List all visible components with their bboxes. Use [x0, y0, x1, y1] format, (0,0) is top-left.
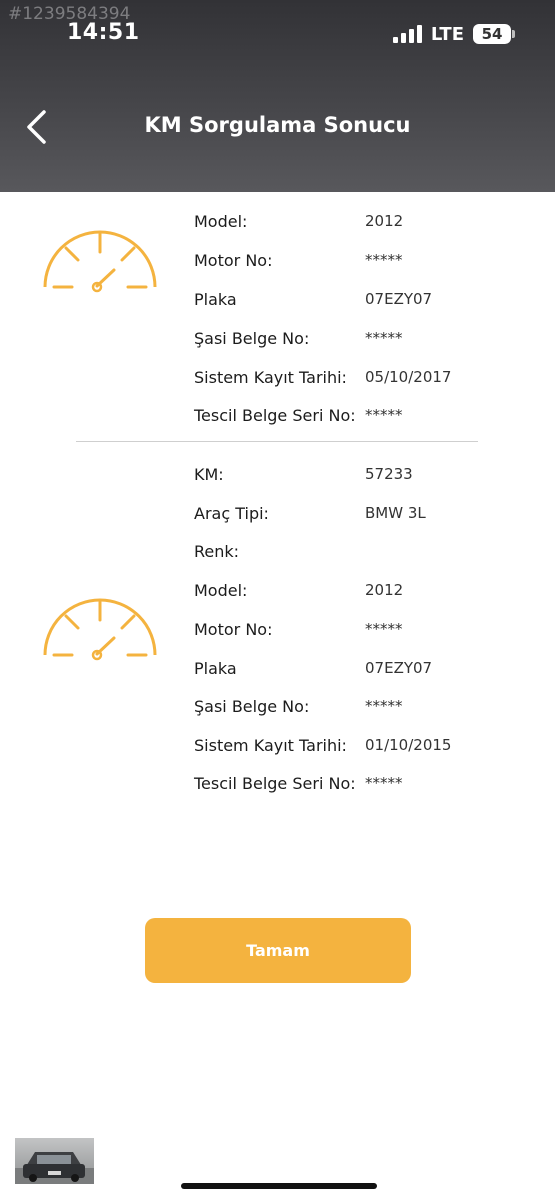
info-row: Motor No: ***** [194, 251, 524, 275]
row-value: ***** [365, 697, 403, 715]
info-row: Sistem Kayıt Tarihi: 05/10/2017 [194, 368, 524, 392]
row-value: ***** [365, 329, 403, 347]
row-label: Tescil Belge Seri No: [194, 774, 356, 793]
page-title: KM Sorgulama Sonucu [144, 113, 411, 137]
network-type: LTE [430, 23, 464, 45]
row-label: Sistem Kayıt Tarihi: [194, 368, 347, 387]
info-row: Model: 2012 [194, 581, 524, 605]
row-label: Tescil Belge Seri No: [194, 406, 356, 425]
row-value: 01/10/2015 [365, 736, 452, 754]
row-value: 07EZY07 [365, 659, 433, 677]
info-row: Renk: [194, 542, 524, 566]
status-indicators: LTE 54 [392, 22, 515, 46]
row-value: ***** [365, 251, 403, 269]
info-row: Model: 2012 [194, 212, 524, 236]
speedometer-icon [43, 230, 157, 293]
info-row: Sistem Kayıt Tarihi: 01/10/2015 [194, 736, 524, 760]
row-label: Şasi Belge No: [194, 329, 310, 348]
row-label: Sistem Kayıt Tarihi: [194, 736, 347, 755]
info-row: Plaka 07EZY07 [194, 290, 524, 314]
home-indicator[interactable] [181, 1183, 377, 1189]
info-row: Tescil Belge Seri No: ***** [194, 406, 524, 430]
row-label: Plaka [194, 659, 237, 678]
record-divider [76, 441, 478, 442]
signal-icon [392, 25, 422, 43]
status-time: 14:51 [67, 20, 140, 45]
row-label: Şasi Belge No: [194, 697, 310, 716]
row-label: Plaka [194, 290, 237, 309]
info-row: Şasi Belge No: ***** [194, 329, 524, 353]
ok-button[interactable]: Tamam [145, 918, 411, 983]
row-value: 2012 [365, 581, 404, 599]
row-label: Model: [194, 212, 248, 231]
info-row: Şasi Belge No: ***** [194, 697, 524, 721]
row-value: 2012 [365, 212, 404, 230]
car-image [15, 1152, 94, 1184]
battery-icon: 54 [473, 24, 515, 44]
row-value: 05/10/2017 [365, 368, 452, 386]
info-row: KM: 57233 [194, 465, 524, 489]
row-value: 57233 [365, 465, 413, 483]
car-thumbnail [15, 1138, 94, 1184]
row-label: Renk: [194, 542, 240, 561]
row-label: Motor No: [194, 251, 273, 270]
row-value: BMW 3L [365, 504, 426, 522]
info-row: Tescil Belge Seri No: ***** [194, 774, 524, 798]
row-value: ***** [365, 774, 403, 792]
row-label: Araç Tipi: [194, 504, 269, 523]
speedometer-icon [43, 598, 157, 661]
row-label: Model: [194, 581, 248, 600]
row-value: 07EZY07 [365, 290, 433, 308]
row-value: ***** [365, 406, 403, 424]
info-row: Plaka 07EZY07 [194, 659, 524, 683]
info-row: Motor No: ***** [194, 620, 524, 644]
row-label: KM: [194, 465, 224, 484]
row-value: ***** [365, 620, 403, 638]
app-header: #1239584394 14:51 LTE 54 KM Sorgulama So… [0, 0, 555, 192]
info-row: Araç Tipi: BMW 3L [194, 504, 524, 528]
row-label: Motor No: [194, 620, 273, 639]
